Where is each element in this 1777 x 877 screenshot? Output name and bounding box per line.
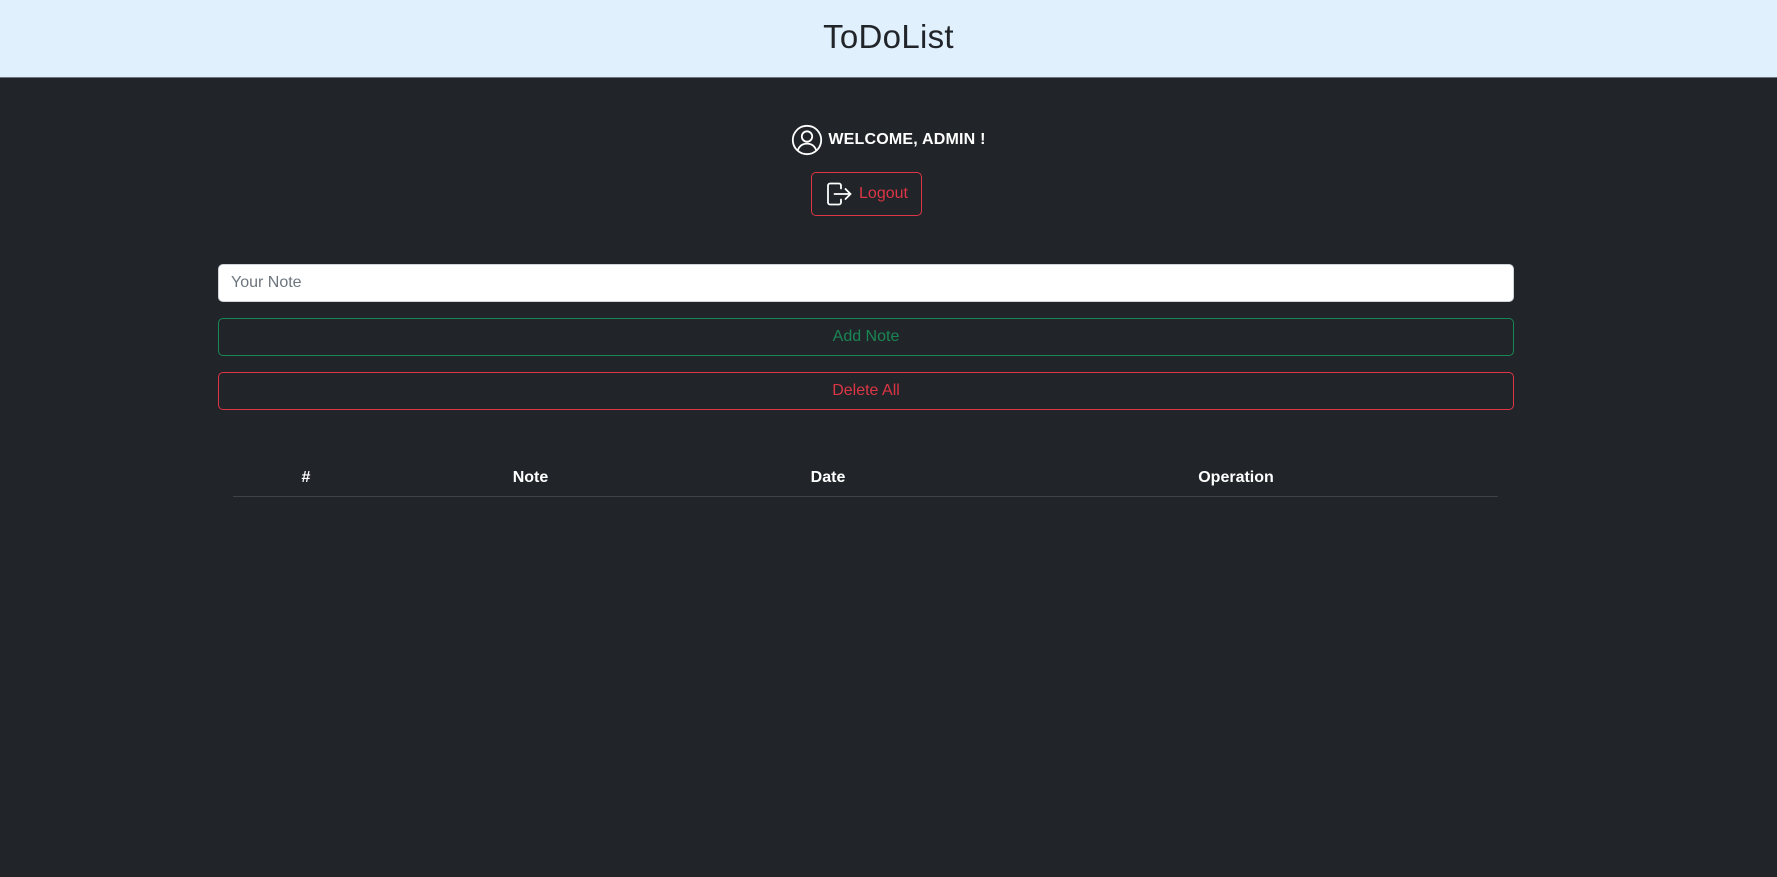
column-header-note: Note xyxy=(379,462,682,497)
delete-all-button[interactable]: Delete All xyxy=(218,372,1514,410)
logout-button[interactable]: Logout xyxy=(811,172,922,216)
box-arrow-right-icon xyxy=(825,180,853,208)
welcome-banner: WELCOME, ADMIN ! xyxy=(0,124,1777,156)
table-header-row: # Note Date Operation xyxy=(233,462,1498,497)
column-header-date: Date xyxy=(682,462,974,497)
add-note-button[interactable]: Add Note xyxy=(218,318,1514,356)
column-header-operation: Operation xyxy=(974,462,1498,497)
app-title: ToDoList xyxy=(823,17,954,55)
welcome-text: WELCOME, ADMIN ! xyxy=(828,131,986,148)
person-circle-icon xyxy=(791,124,823,156)
navbar: ToDoList xyxy=(0,0,1777,78)
column-header-number: # xyxy=(233,462,379,497)
logout-label: Logout xyxy=(859,185,908,202)
note-input[interactable] xyxy=(218,264,1514,302)
notes-table: # Note Date Operation xyxy=(233,462,1498,497)
